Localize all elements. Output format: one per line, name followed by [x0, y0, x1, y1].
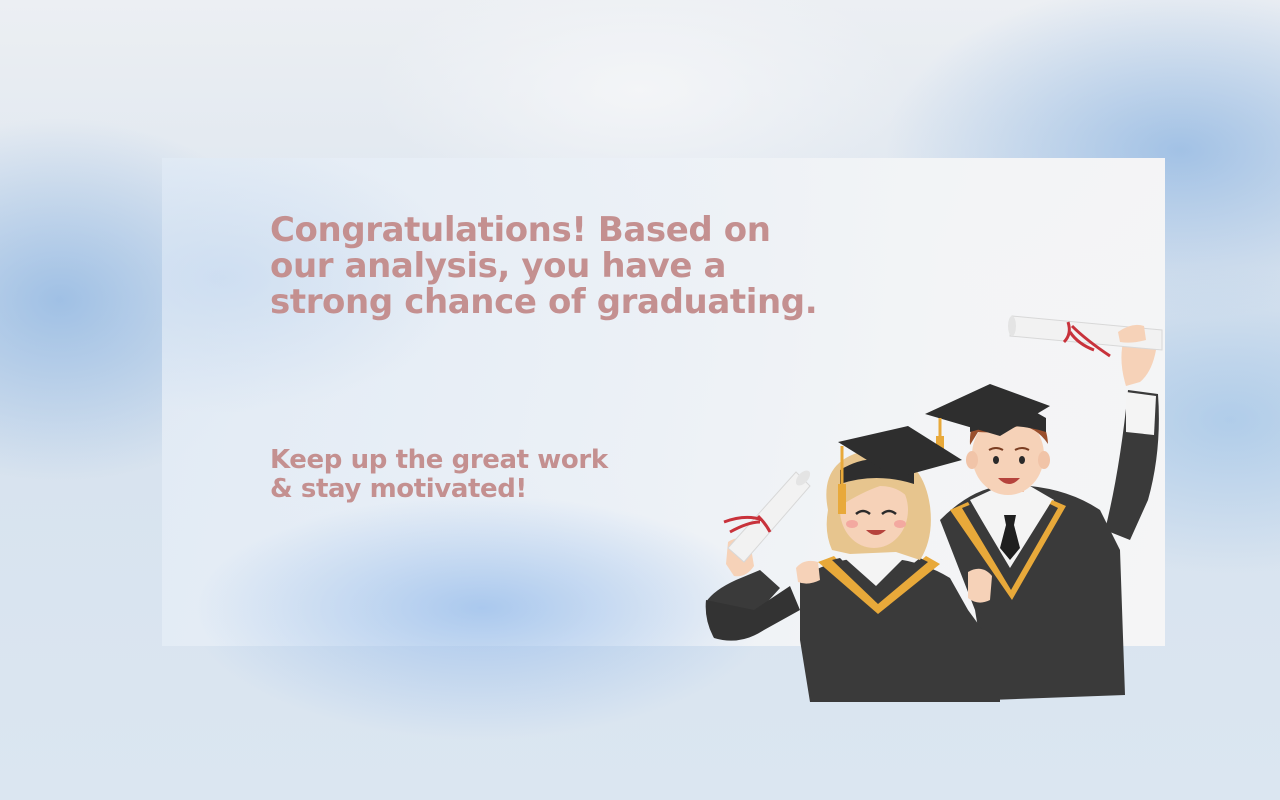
motivation-line-2: & stay motivated!: [270, 474, 527, 504]
motivation-message: Keep up the great work & stay motivated!: [270, 446, 650, 504]
female-graduate: [705, 426, 1000, 702]
congratulations-headline: Congratulations! Based on our analysis, …: [270, 210, 818, 322]
motivation-line-1: Keep up the great work: [270, 445, 608, 475]
diploma-icon: [723, 470, 811, 563]
graduates-illustration: [705, 315, 1163, 702]
